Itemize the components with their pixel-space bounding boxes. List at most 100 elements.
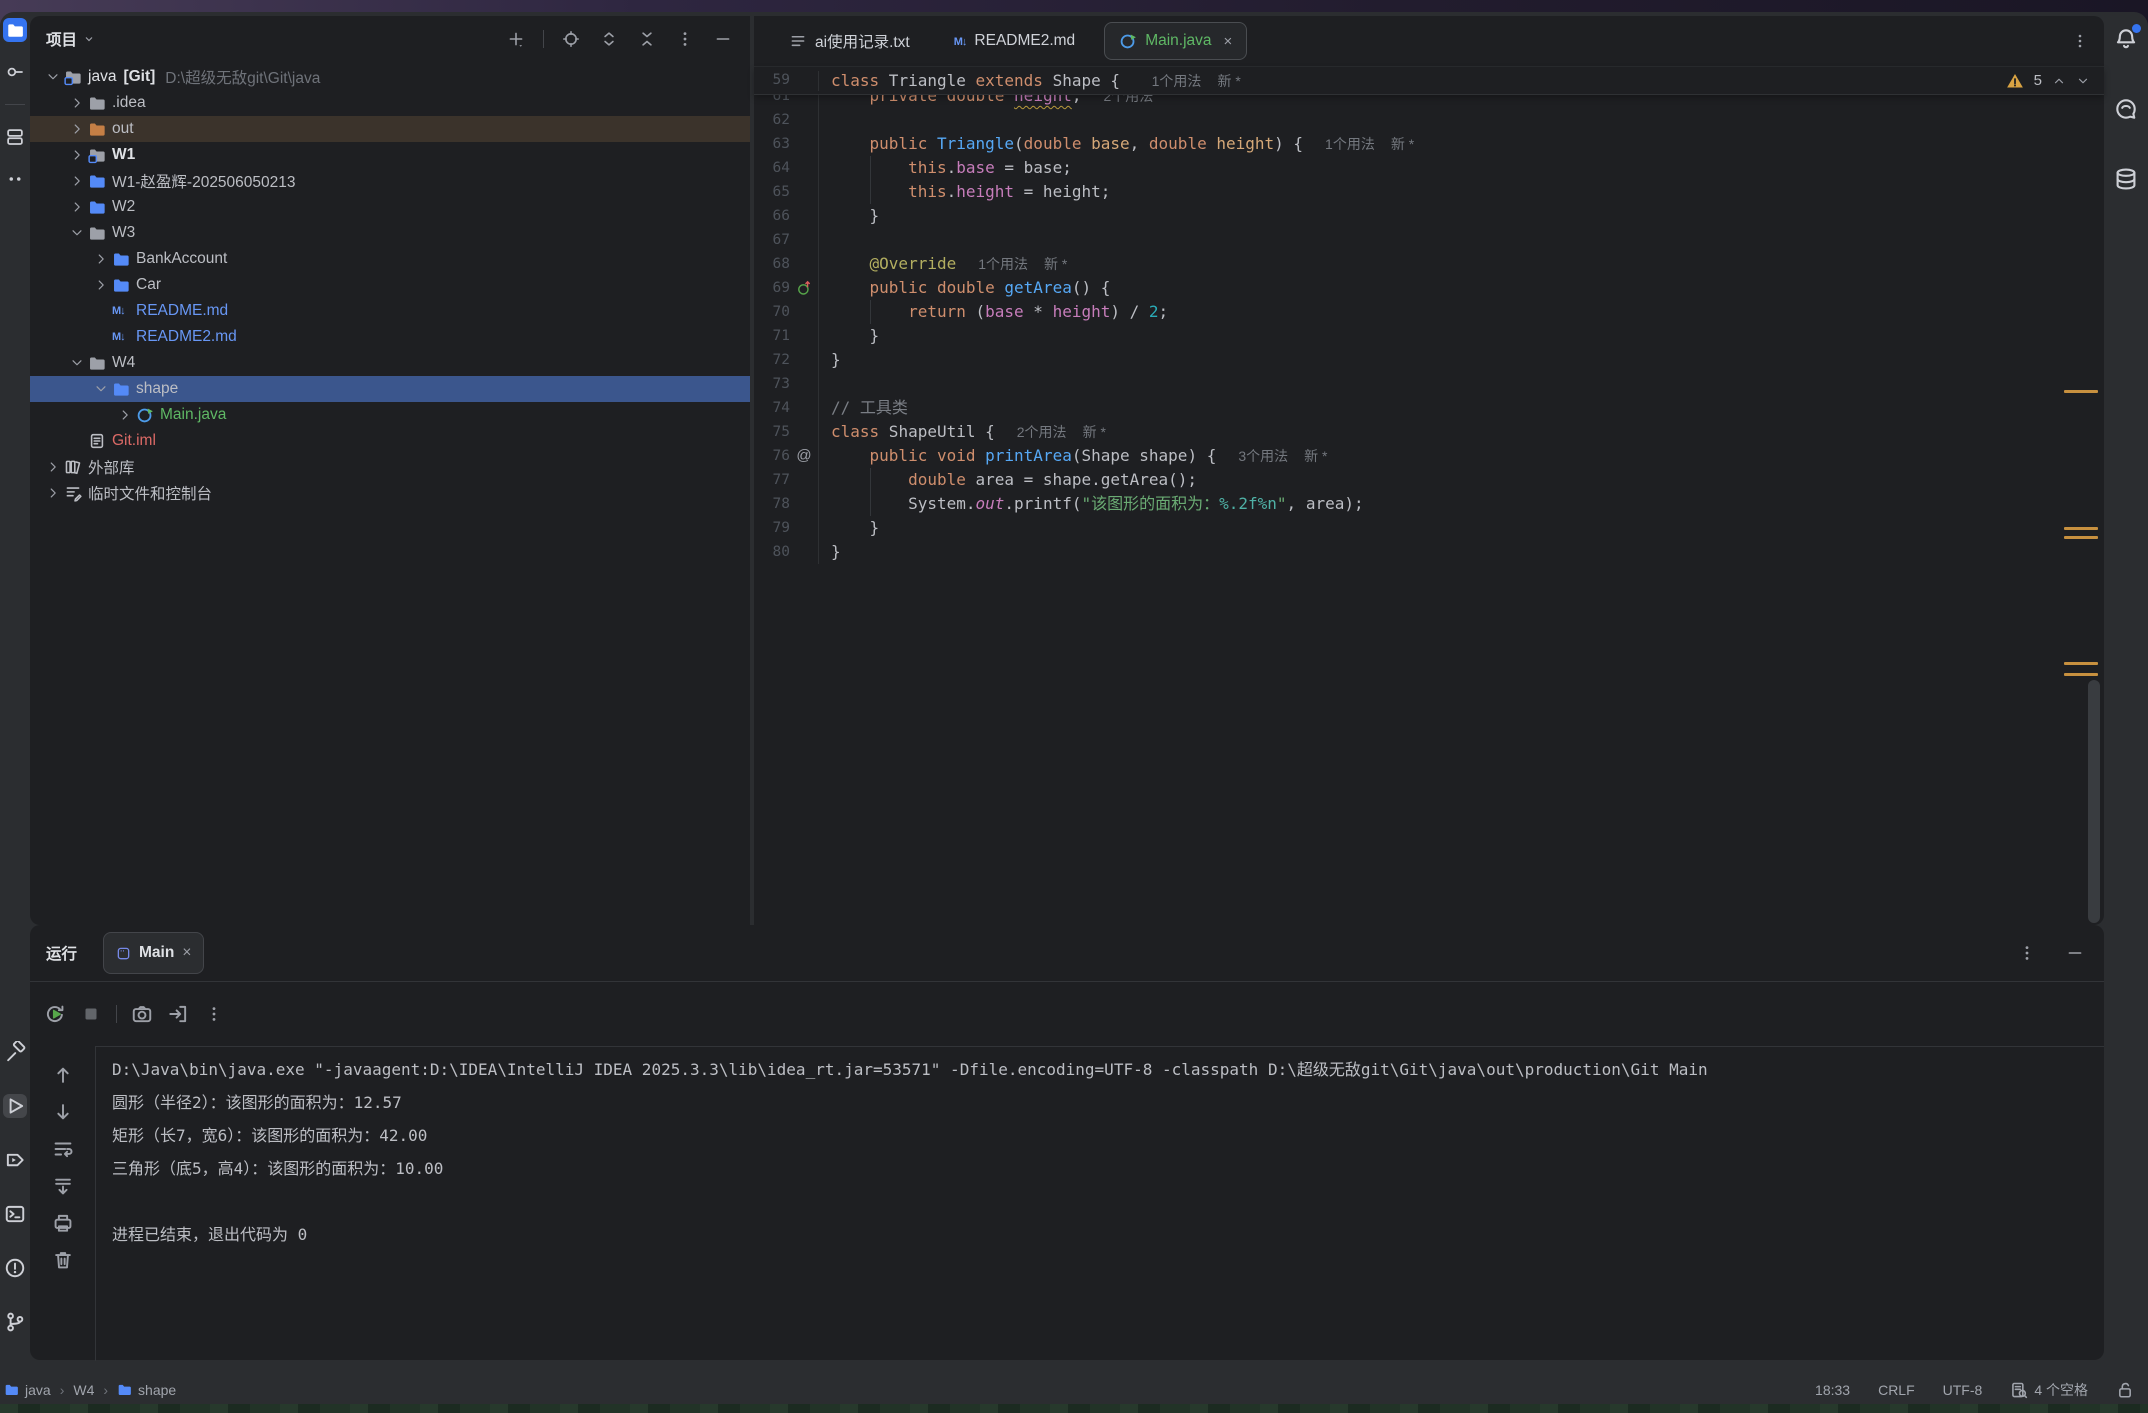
code-line[interactable]: 76@ public void printArea(Shape shape) {… <box>754 444 2104 468</box>
inspections-widget[interactable]: 5 <box>2006 67 2090 94</box>
line-number[interactable]: 79 <box>754 516 790 540</box>
status-indent[interactable]: 4 个空格 <box>2010 1380 2088 1400</box>
tree-row-w4[interactable]: W4 <box>30 350 750 376</box>
line-number[interactable]: 77 <box>754 468 790 492</box>
chevron-down-icon[interactable] <box>42 66 64 88</box>
code-line[interactable]: 68 @Override1个用法新 * <box>754 252 2104 276</box>
tree-row-shape[interactable]: shape <box>30 376 750 402</box>
tree-row-w1---202506050213[interactable]: W1-赵盈辉-202506050213 <box>30 168 750 194</box>
tree-row-w3[interactable]: W3 <box>30 220 750 246</box>
code-line[interactable]: 78 System.out.printf("该图形的面积为：%.2f%n", a… <box>754 492 2104 516</box>
status-encoding[interactable]: UTF-8 <box>1943 1382 1983 1398</box>
code-line[interactable]: 73 <box>754 372 2104 396</box>
code-line[interactable]: 71 } <box>754 324 2104 348</box>
line-number[interactable]: 67 <box>754 228 790 252</box>
run-tab-main[interactable]: Main × <box>103 932 204 974</box>
close-icon[interactable]: × <box>182 944 191 962</box>
breadcrumb-w4[interactable]: W4 <box>73 1382 94 1398</box>
line-number[interactable]: 72 <box>754 348 790 372</box>
code-line[interactable]: 77 double area = shape.getArea(); <box>754 468 2104 492</box>
tree-row-main.java[interactable]: Main.java <box>30 402 750 428</box>
line-number[interactable]: 69 <box>754 276 790 300</box>
tree-row-bankaccount[interactable]: BankAccount <box>30 246 750 272</box>
notifications-icon[interactable] <box>2113 26 2139 52</box>
tree-row-git.iml[interactable]: Git.iml <box>30 428 750 454</box>
code-line[interactable]: 62 <box>754 108 2104 132</box>
more-icon[interactable] <box>674 28 696 50</box>
hide-icon[interactable] <box>712 28 734 50</box>
problems-icon[interactable] <box>3 1256 27 1280</box>
line-number[interactable]: 74 <box>754 396 790 420</box>
chevron-right-icon[interactable] <box>66 144 88 166</box>
tree-row-w2[interactable]: W2 <box>30 194 750 220</box>
database-icon[interactable] <box>2113 166 2139 192</box>
line-number[interactable]: 73 <box>754 372 790 396</box>
locate-file-icon[interactable] <box>560 28 582 50</box>
code-line[interactable]: 63 public Triangle(double base, double h… <box>754 132 2104 156</box>
tree-row-java[interactable]: java[Git]D:\超级无敌git\Git\java <box>30 64 750 90</box>
clear-all-icon[interactable] <box>52 1249 74 1271</box>
stop-icon[interactable] <box>80 1003 102 1025</box>
chevron-right-icon[interactable] <box>66 118 88 140</box>
project-panel-title[interactable]: 项目 <box>46 28 95 50</box>
tree-row--[interactable]: 外部库 <box>30 454 750 480</box>
code-line[interactable]: 70 return (base * height) / 2; <box>754 300 2104 324</box>
code-line[interactable]: 66 } <box>754 204 2104 228</box>
screenshot-icon[interactable] <box>131 1003 153 1025</box>
line-number[interactable]: 59 <box>754 67 790 94</box>
line-number[interactable]: 75 <box>754 420 790 444</box>
down-stacktrace-icon[interactable] <box>52 1101 74 1123</box>
close-icon[interactable]: × <box>1224 33 1233 50</box>
status-lock[interactable] <box>2116 1381 2134 1399</box>
line-number[interactable]: 66 <box>754 204 790 228</box>
run-more-icon[interactable] <box>2016 942 2038 964</box>
line-number[interactable]: 78 <box>754 492 790 516</box>
more-icon[interactable] <box>203 1003 225 1025</box>
chevron-right-icon[interactable] <box>90 248 112 270</box>
add-icon[interactable] <box>505 28 527 50</box>
structure-icon[interactable] <box>3 125 27 149</box>
editor-tab-ai-.txt[interactable]: ai使用记录.txt <box>774 22 925 60</box>
rerun-icon[interactable] <box>44 1003 66 1025</box>
code-line[interactable]: 67 <box>754 228 2104 252</box>
tree-row-readme2.md[interactable]: M↓README2.md <box>30 324 750 350</box>
code-line[interactable]: 75class ShapeUtil {2个用法新 * <box>754 420 2104 444</box>
code-line[interactable]: 72} <box>754 348 2104 372</box>
editor-tab-options-icon[interactable] <box>2072 33 2088 49</box>
sticky-line[interactable]: 59class Triangle extends Shape { 1个用法新 *… <box>754 67 2104 95</box>
ai-assistant-icon[interactable] <box>2113 96 2139 122</box>
status-line-separator[interactable]: CRLF <box>1878 1382 1915 1398</box>
line-number[interactable]: 80 <box>754 540 790 564</box>
code-viewport[interactable]: 61 private double height;2个用法6263 public… <box>754 95 2104 925</box>
chevron-down-icon[interactable] <box>66 352 88 374</box>
line-number[interactable]: 61 <box>754 95 790 108</box>
editor-tab-readme2.md[interactable]: M↓README2.md <box>939 22 1090 60</box>
chevron-right-icon[interactable] <box>66 92 88 114</box>
next-problem-icon[interactable] <box>2076 74 2090 88</box>
run-icon[interactable] <box>3 1094 27 1118</box>
tree-row-.idea[interactable]: .idea <box>30 90 750 116</box>
override-gutter-icon[interactable] <box>790 276 818 300</box>
code-line[interactable]: 79 } <box>754 516 2104 540</box>
breadcrumb-java[interactable]: java <box>4 1382 51 1398</box>
up-stacktrace-icon[interactable] <box>52 1064 74 1086</box>
export-icon[interactable] <box>167 1003 189 1025</box>
line-number[interactable]: 70 <box>754 300 790 324</box>
line-number[interactable]: 68 <box>754 252 790 276</box>
code-line[interactable]: 61 private double height;2个用法 <box>754 95 2104 108</box>
collapse-all-icon[interactable] <box>636 28 658 50</box>
version-control-icon[interactable] <box>3 1310 27 1334</box>
tree-row-w1[interactable]: W1 <box>30 142 750 168</box>
code-line[interactable]: 74// 工具类 <box>754 396 2104 420</box>
tree-row--[interactable]: 临时文件和控制台 <box>30 480 750 506</box>
code-line[interactable]: 80} <box>754 540 2104 564</box>
chevron-right-icon[interactable] <box>114 404 136 426</box>
line-number[interactable]: 62 <box>754 108 790 132</box>
tree-row-car[interactable]: Car <box>30 272 750 298</box>
commit-icon[interactable] <box>3 60 27 84</box>
line-number[interactable]: 65 <box>754 180 790 204</box>
scroll-to-end-icon[interactable] <box>52 1175 74 1197</box>
line-number[interactable]: 71 <box>754 324 790 348</box>
breadcrumb-shape[interactable]: shape <box>117 1382 176 1398</box>
code-line[interactable]: 65 this.height = height; <box>754 180 2104 204</box>
